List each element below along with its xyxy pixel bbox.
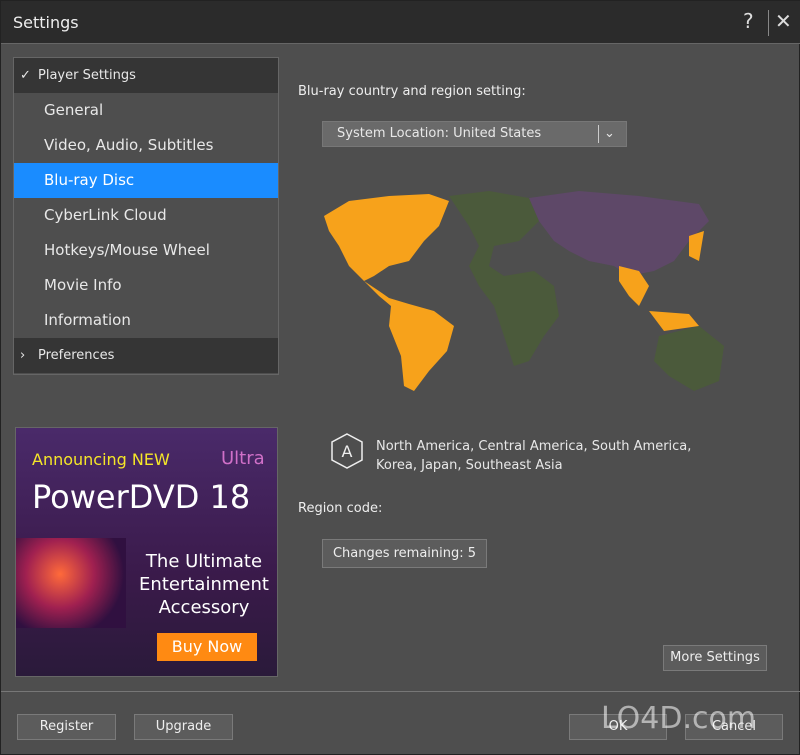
buy-now-button[interactable]: Buy Now [157,633,257,661]
nav-item-blu-ray-disc[interactable]: Blu-ray Disc [14,163,278,198]
location-value: System Location: United States [337,126,542,141]
ad-ultra: Ultra [221,448,265,469]
country-region-label: Blu-ray country and region setting: [298,84,526,99]
nav-item-hotkeys[interactable]: Hotkeys/Mouse Wheel [14,233,278,268]
region-a-hex-icon: A [331,433,363,469]
help-icon[interactable]: ? [743,9,754,33]
region-description: North America, Central America, South Am… [376,439,692,473]
chevron-down-icon: ✓ [20,68,31,83]
settings-nav: ✓ Player Settings General Video, Audio, S… [13,57,279,375]
nav-item-information[interactable]: Information [14,303,278,338]
window-title: Settings [13,13,79,32]
nav-item-general[interactable]: General [14,93,278,128]
divider [1,691,800,692]
nav-item-video-audio-subtitles[interactable]: Video, Audio, Subtitles [14,128,278,163]
powerdvd-ad-banner[interactable]: Announcing NEW Ultra PowerDVD 18 The Ult… [15,427,278,677]
chevron-right-icon: › [20,348,26,363]
map-region-c [529,191,709,276]
more-settings-button[interactable]: More Settings [663,645,767,671]
nav-group-label: Preferences [38,348,115,363]
changes-remaining-field: Changes remaining: 5 [322,539,487,568]
upgrade-button[interactable]: Upgrade [134,714,233,740]
ad-announcing: Announcing NEW [32,450,170,469]
watermark: LO4D.com [601,701,757,736]
nav-item-cyberlink-cloud[interactable]: CyberLink Cloud [14,198,278,233]
chevron-down-icon: ⌄ [604,126,615,141]
divider [598,125,599,143]
close-icon[interactable]: ✕ [775,9,792,33]
divider [768,10,769,36]
location-dropdown[interactable]: System Location: United States ⌄ [322,121,627,147]
nav-group-preferences[interactable]: › Preferences [14,338,278,373]
title-bar: Settings ? ✕ [1,1,800,44]
ad-product: PowerDVD 18 [32,478,251,516]
region-code-label: Region code: [298,501,383,516]
nav-group-label: Player Settings [38,68,136,83]
nav-item-movie-info[interactable]: Movie Info [14,268,278,303]
ad-tagline: The Ultimate Entertainment Accessory [139,551,269,618]
region-letter: A [342,442,353,461]
register-button[interactable]: Register [17,714,116,740]
ad-image [16,538,126,628]
nav-group-player-settings[interactable]: ✓ Player Settings [14,58,278,93]
region-world-map [324,191,724,391]
